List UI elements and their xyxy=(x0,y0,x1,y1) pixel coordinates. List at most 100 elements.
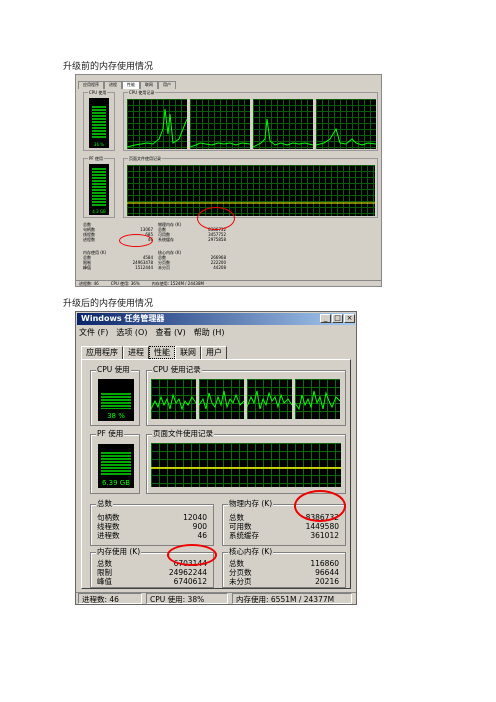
cpu-graph-4-line xyxy=(315,127,377,146)
stat-value: 1449580 xyxy=(305,522,339,531)
tab-networking[interactable]: 联网 xyxy=(140,81,158,89)
stat-value: 46 xyxy=(197,531,207,540)
minimize-icon[interactable]: _ xyxy=(320,314,331,323)
task-manager-after: Windows 任务管理器 _ □ × 文件 (F) 选项 (O) 查看 (V)… xyxy=(75,311,357,605)
stat-label: 限制 xyxy=(97,568,112,577)
cpu-graph-2 xyxy=(189,99,251,149)
menu-view[interactable]: 查看 (V) xyxy=(155,327,185,338)
menu-options[interactable]: 选项 (O) xyxy=(116,327,147,338)
tab-users[interactable]: 用户 xyxy=(158,81,176,89)
stat-label: 总数 xyxy=(229,559,244,568)
tab-performance[interactable]: 性能 xyxy=(122,81,140,89)
physical-row: 可用数 1449580 xyxy=(229,522,339,531)
menu-bar: 文件 (F) 选项 (O) 查看 (V) 帮助 (H) xyxy=(79,327,225,338)
stat-label: 总数 xyxy=(229,513,244,522)
commit-charge-group: 内存使用 (K) 总数 4584 限制 24963478 峰值 1512444 xyxy=(83,250,153,270)
cpu-graph-2-line xyxy=(189,142,251,148)
pf-usage-value: 6.39 GB xyxy=(101,479,131,487)
performance-panel: CPU 使用 38 % CPU 使用记录 PF 使用 6.39 GB 页面文件使… xyxy=(81,359,351,589)
menu-file[interactable]: 文件 (F) xyxy=(79,327,108,338)
status-bar: 进程数: 46 CPU 使用: 38% 内存使用: 6551M / 24377M xyxy=(76,592,356,604)
pf-meter-bars xyxy=(92,168,106,206)
stat-value: 1512444 xyxy=(135,265,153,270)
cpu-usage-meter: 36 % xyxy=(89,98,109,148)
physical-memory-title: 物理内存 (K) xyxy=(228,499,274,509)
stat-label: 峰值 xyxy=(97,577,112,586)
cpu-usage-box: CPU 使用 36 % xyxy=(83,90,115,151)
pf-usage-label: PF 使用 xyxy=(96,429,125,439)
totals-group: 总数 句柄数 12040 线程数 900 进程数 46 xyxy=(90,499,214,546)
cpu-usage-label: CPU 使用 xyxy=(88,90,108,95)
stat-label: 句柄数 xyxy=(97,513,120,522)
stat-value: 96644 xyxy=(315,568,339,577)
kernel-memory-title: 核心内存 (K) xyxy=(228,547,274,557)
caption-after: 升级后的内存使用情况 xyxy=(63,299,154,309)
stat-label: 峰值 xyxy=(83,265,91,270)
menu-help[interactable]: 帮助 (H) xyxy=(194,327,225,338)
cpu-graph-3-line xyxy=(246,390,293,410)
tab-users[interactable]: 用户 xyxy=(201,346,227,359)
kernel-memory-group: 核心内存 (K) 总数 116860 分页数 96644 未分页 20216 xyxy=(222,547,346,588)
tab-strip: 应用程序 进程 性能 联网 用户 xyxy=(78,81,176,89)
totals-row: 句柄数 12040 xyxy=(97,513,207,522)
cpu-usage-value: 38 % xyxy=(107,412,125,420)
tab-processes[interactable]: 进程 xyxy=(104,81,122,89)
close-icon[interactable]: × xyxy=(344,314,355,323)
commit-row: 峰值 6740612 xyxy=(97,577,207,586)
tab-processes[interactable]: 进程 xyxy=(123,346,149,359)
cpu-graph-4 xyxy=(294,379,341,419)
cpu-graph-3 xyxy=(252,99,314,149)
cpu-graph-3-line xyxy=(252,118,314,148)
tab-performance[interactable]: 性能 xyxy=(149,346,175,359)
pf-history-label: 页面文件使用记录 xyxy=(152,429,214,439)
stat-label: 分页数 xyxy=(229,568,252,577)
cpu-usage-box: CPU 使用 38 % xyxy=(90,365,140,426)
window-title: Windows 任务管理器 xyxy=(81,314,165,323)
cpu-history-box: CPU 使用记录 xyxy=(123,90,378,151)
cpu-usage-value: 36 % xyxy=(93,142,105,147)
stat-value: 44208 xyxy=(213,265,226,270)
maximize-icon[interactable]: □ xyxy=(332,314,343,323)
tab-networking[interactable]: 联网 xyxy=(175,346,201,359)
status-bar: 进程数: 46 CPU 使用: 36% 内存使用: 1524M / 24438M xyxy=(76,280,381,286)
cpu-graph-4 xyxy=(315,99,377,149)
stat-value: 361012 xyxy=(310,531,339,540)
cpu-meter-bars xyxy=(101,393,131,409)
totals-row: 线程数 900 xyxy=(97,522,207,531)
pf-usage-box: PF 使用 6.39 GB xyxy=(90,429,140,494)
tab-applications[interactable]: 应用程序 xyxy=(78,81,104,89)
tab-applications[interactable]: 应用程序 xyxy=(81,346,123,359)
stat-value: 2975858 xyxy=(208,237,226,242)
stat-label: 系统缓存 xyxy=(229,531,259,540)
stat-label: 可用数 xyxy=(229,522,252,531)
kernel-row: 总数 116860 xyxy=(229,559,339,568)
tab-strip: 应用程序 进程 性能 联网 用户 xyxy=(81,346,227,359)
caption-before: 升级前的内存使用情况 xyxy=(63,62,154,72)
pf-usage-box: PF 使用 4.3 GB xyxy=(83,156,115,218)
task-manager-before: 应用程序 进程 性能 联网 用户 CPU 使用 36 % CPU 使用记录 PF… xyxy=(75,74,382,287)
stat-label: 总数 xyxy=(97,559,112,568)
highlight-circle xyxy=(167,544,217,566)
pf-graph xyxy=(151,443,341,487)
status-cpu: CPU 使用: 38% xyxy=(146,593,228,604)
commit-row: 限制 24962244 xyxy=(97,568,207,577)
stat-value: 24962244 xyxy=(168,568,207,577)
stat-label: 进程数 xyxy=(97,531,120,540)
stat-value: 6740612 xyxy=(173,577,207,586)
pf-history-box: 页面文件使用记录 xyxy=(123,156,378,218)
cpu-graph-4-line xyxy=(294,390,341,411)
cpu-graph-1 xyxy=(126,99,188,149)
totals-title: 总数 xyxy=(96,499,113,509)
status-memory: 内存使用: 1524M / 24438M xyxy=(151,281,204,286)
stat-value: 116860 xyxy=(310,559,339,568)
cpu-graph-2-line xyxy=(198,390,245,410)
pf-history-box: 页面文件使用记录 xyxy=(146,429,346,494)
physical-row: 系统缓存 361012 xyxy=(229,531,339,540)
physical-row: 系统缓存 2975858 xyxy=(158,237,226,242)
cpu-history-label: CPU 使用记录 xyxy=(128,90,156,95)
pf-graph xyxy=(127,165,375,216)
cpu-graph-1-line xyxy=(126,108,188,148)
cpu-graph-1 xyxy=(150,379,197,419)
kernel-memory-group: 核心内存 (K) 总数 266968 分页数 222200 未分页 44208 xyxy=(158,250,226,270)
cpu-usage-meter: 38 % xyxy=(98,379,134,421)
